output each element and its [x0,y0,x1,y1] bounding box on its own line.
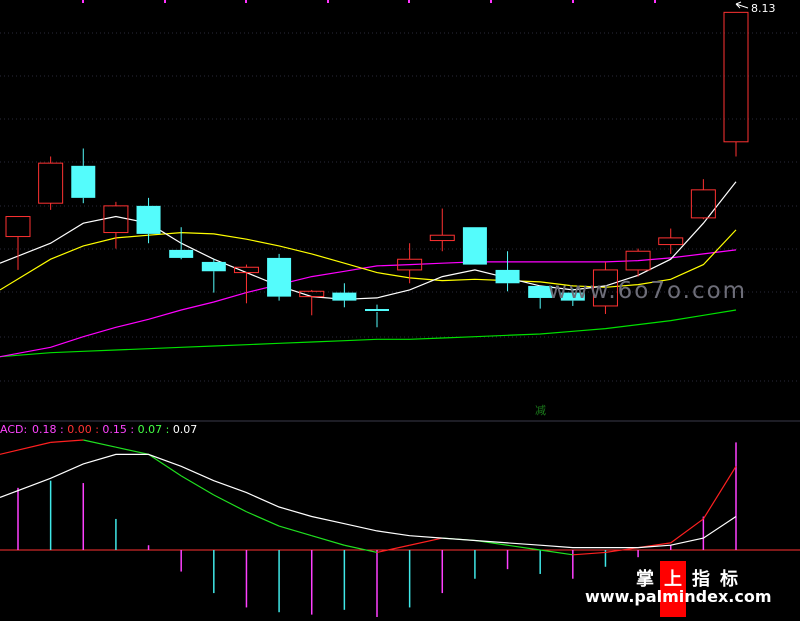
candle-body [462,227,487,265]
macd-value-5: 0.07 [173,423,198,436]
macd-value-3: 0.15 [102,423,127,436]
chart-background [0,0,800,621]
candle-body [71,165,96,198]
candle [267,253,292,301]
candle-body [495,269,520,284]
max-price-label: 8.13 [751,2,776,15]
macd-value-1: 0.18 [32,423,57,436]
candle-body [267,257,292,297]
signal-label: 减 [535,404,546,417]
macd-label-prefix: ACD: [0,423,27,436]
watermark-site2: www.palmindex.com [585,587,772,606]
macd-value-4: 0.07 [138,423,163,436]
candle-body [169,249,194,258]
candle-body [332,292,357,301]
macd-value-2: 0.00 [67,423,92,436]
candle-body [201,261,226,272]
macd-values: 0.18 : 0.00 : 0.15 : 0.07 : 0.07 [32,423,197,436]
candle-body [136,205,161,234]
candle [462,227,487,265]
watermark-site1: www.6o7o.com [548,278,747,304]
stock-chart: 8.13 www.6o7o.com 减 ACD: 0.18 : 0.00 : 0… [0,0,800,621]
